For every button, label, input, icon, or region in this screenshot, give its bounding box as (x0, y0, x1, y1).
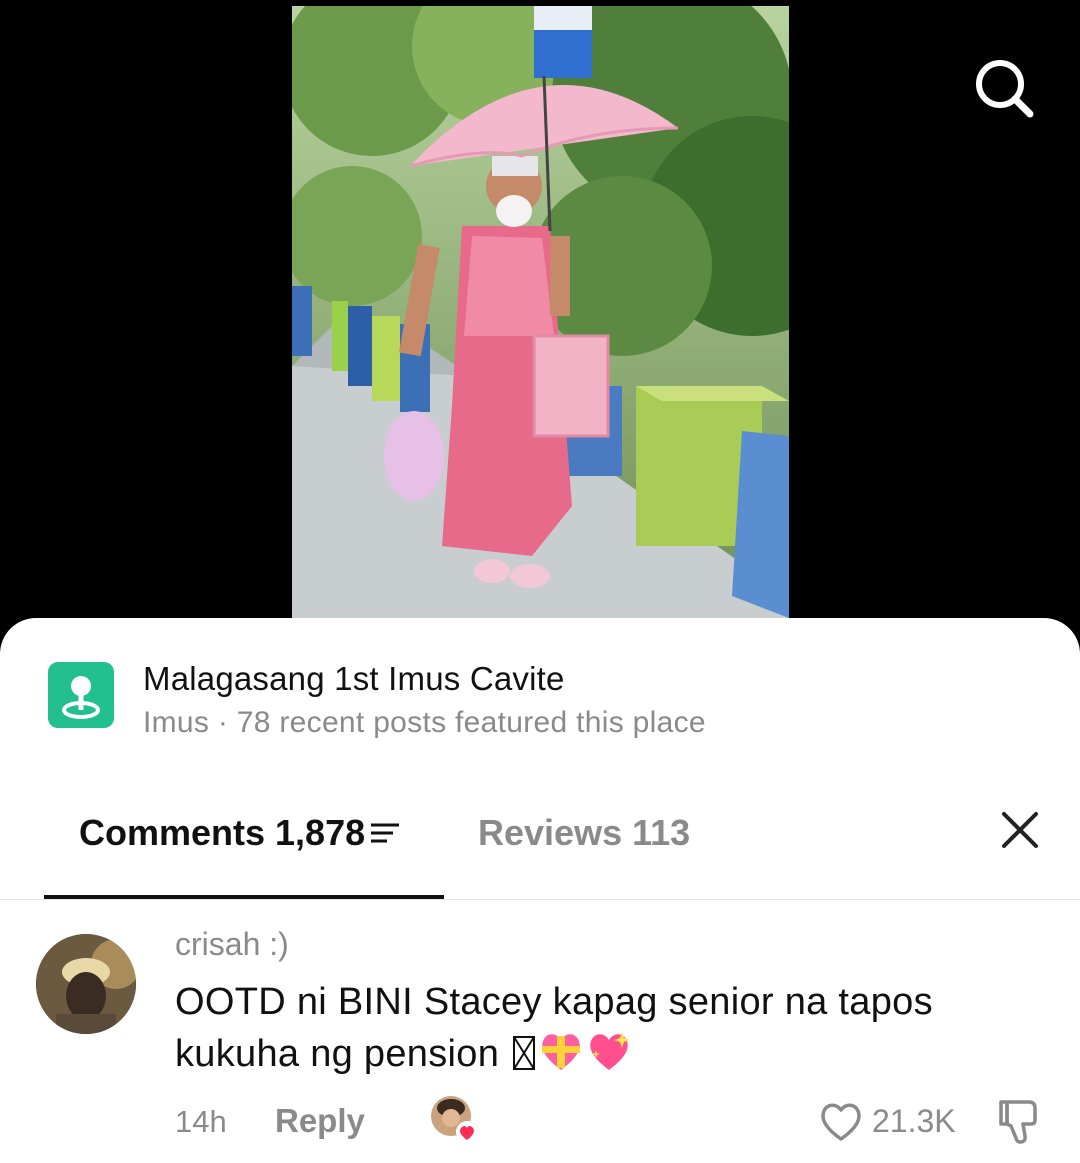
comment-time: 14h (175, 1104, 227, 1139)
search-icon (976, 60, 1034, 118)
like-button[interactable]: 21.3K (818, 1098, 956, 1144)
heart-outline-icon (821, 1103, 861, 1141)
tab-divider (0, 899, 1080, 900)
tab-reviews[interactable]: Reviews 113 (478, 812, 690, 854)
reply-button[interactable]: Reply (275, 1102, 365, 1140)
comment-username[interactable]: crisah :) (175, 926, 289, 963)
missing-glyph-icon (512, 1034, 536, 1086)
comments-sheet: Malagasang 1st Imus Cavite Imus · 78 rec… (0, 618, 1080, 1163)
tab-bar: Comments 1,878 Reviews 113 (0, 788, 1080, 900)
place-card[interactable]: Malagasang 1st Imus Cavite Imus · 78 rec… (48, 660, 1048, 740)
map-pin-icon (48, 662, 114, 728)
dislike-button[interactable] (993, 1096, 1043, 1146)
creator-liked-badge[interactable] (429, 1094, 479, 1144)
heart-with-ribbon-icon (538, 1030, 584, 1086)
comment-item: crisah :) OOTD ni BINI Stacey kapag seni… (0, 918, 1080, 1158)
video-frame[interactable] (292, 6, 789, 618)
video-still-image (292, 6, 789, 618)
sparkling-heart-icon (586, 1030, 632, 1086)
close-button[interactable] (996, 806, 1044, 854)
tab-comments-label: Comments 1,878 (79, 812, 366, 853)
tab-comments[interactable]: Comments 1,878 (44, 788, 444, 900)
comment-text: OOTD ni BINI Stacey kapag senior na tapo… (175, 976, 1045, 1086)
thumbs-down-icon (999, 1100, 1037, 1144)
search-button[interactable] (972, 56, 1036, 120)
comment-meta: 14h Reply 21.3K (175, 1096, 1055, 1148)
sort-icon[interactable] (369, 819, 401, 847)
like-count: 21.3K (872, 1102, 956, 1139)
place-title: Malagasang 1st Imus Cavite (143, 660, 565, 697)
place-subtitle: Imus · 78 recent posts featured this pla… (143, 706, 706, 739)
avatar[interactable] (36, 934, 136, 1034)
close-icon (1002, 812, 1038, 848)
